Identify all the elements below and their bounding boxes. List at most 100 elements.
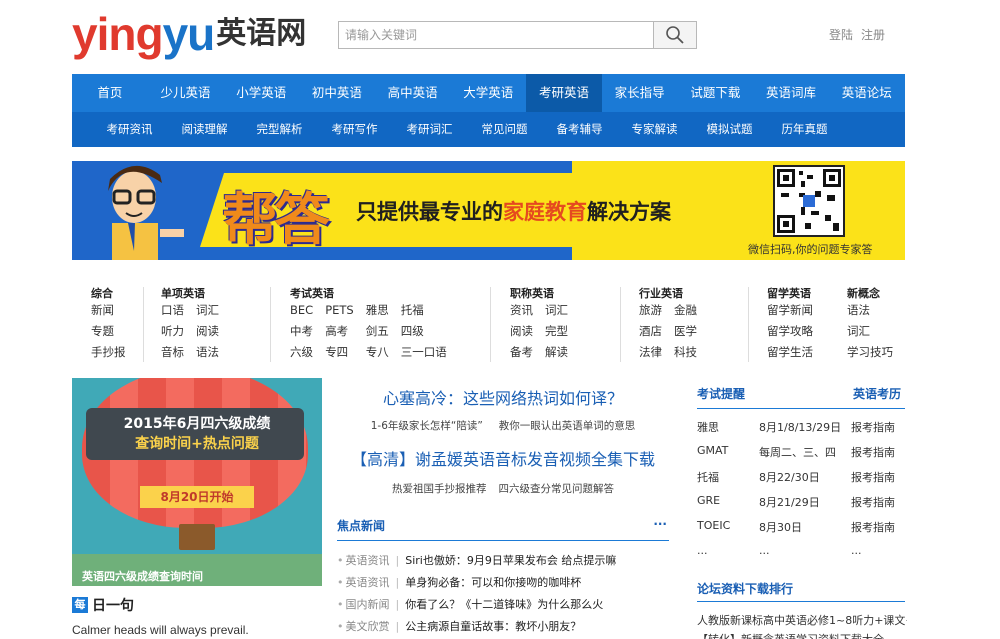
category-title[interactable]: 行业英语 bbox=[639, 285, 697, 303]
sub-link[interactable]: 热爱祖国手抄报推荐 bbox=[392, 483, 487, 495]
nav-tab[interactable]: 首页 bbox=[72, 74, 148, 112]
exam-name[interactable]: 托福 bbox=[697, 469, 759, 494]
category-link[interactable]: 资讯 bbox=[510, 303, 533, 318]
news-row[interactable]: • 国内新闻 | 你看了么？《十二道锋味》为什么那么火 bbox=[337, 598, 669, 620]
sub-link[interactable]: 教你一眼认出英语单词的意思 bbox=[499, 420, 636, 432]
category-title[interactable]: 职称英语 bbox=[510, 285, 568, 303]
sub-nav-item[interactable]: 考研写作 bbox=[317, 112, 392, 147]
site-logo[interactable]: yingyu 英语网 bbox=[72, 10, 306, 58]
sub-nav-item[interactable]: 常见问题 bbox=[467, 112, 542, 147]
category-link[interactable]: 学习技巧 bbox=[847, 345, 893, 360]
sub-nav-item[interactable]: 完型解析 bbox=[242, 112, 317, 147]
search-input[interactable]: 请输入关键词 bbox=[338, 21, 654, 49]
category-link[interactable]: 剑五 bbox=[366, 324, 389, 339]
category-link[interactable]: 解读 bbox=[545, 345, 568, 360]
category-link[interactable]: 手抄报 bbox=[91, 345, 126, 360]
category-link[interactable]: 雅思 bbox=[366, 303, 389, 318]
category-link[interactable]: 备考 bbox=[510, 345, 533, 360]
category-link[interactable]: 托福 bbox=[401, 303, 447, 318]
ad-banner[interactable]: 帮答 只提供最专业的家庭教育解决方案 微信扫码,你的问题专家答 bbox=[72, 161, 905, 260]
category-link[interactable]: 酒店 bbox=[639, 324, 662, 339]
category-title[interactable]: 考试英语 bbox=[290, 285, 447, 303]
exam-calendar-link[interactable]: 英语考历 bbox=[853, 385, 901, 402]
cet-score-promo[interactable]: 2015年6月四六级成绩 查询时间+热点问题 8月20日开始 英语四六级成绩查询… bbox=[72, 378, 322, 586]
login-link[interactable]: 登陆 bbox=[829, 28, 853, 42]
exam-guide-link[interactable]: 报考指南 bbox=[851, 419, 905, 444]
category-link[interactable]: 词汇 bbox=[545, 303, 568, 318]
category-title[interactable]: 留学英语 bbox=[767, 285, 813, 303]
exam-guide-link[interactable]: ... bbox=[851, 544, 905, 569]
nav-tab[interactable]: 英语词库 bbox=[753, 74, 829, 112]
exam-guide-link[interactable]: 报考指南 bbox=[851, 519, 905, 544]
category-link[interactable]: 专八 bbox=[366, 345, 389, 360]
category-title[interactable]: 综合 bbox=[91, 285, 126, 303]
category-link[interactable]: BEC bbox=[290, 303, 313, 318]
exam-reminder-title[interactable]: 考试提醒 bbox=[697, 387, 745, 401]
category-link[interactable]: 高考 bbox=[325, 324, 354, 339]
news-row[interactable]: • 美文欣赏 | 公主病源自童话故事：教坏小朋友？ bbox=[337, 620, 669, 639]
news-row[interactable]: • 英语资讯 | Siri也傲娇：9月9日苹果发布会 给点提示嘛 bbox=[337, 554, 669, 576]
nav-tab[interactable]: 大学英语 bbox=[450, 74, 526, 112]
exam-name[interactable]: ... bbox=[697, 544, 759, 569]
news-title[interactable]: 单身狗必备：可以和你接吻的咖啡杯 bbox=[405, 576, 581, 589]
sub-nav-item[interactable]: 模拟试题 bbox=[692, 112, 767, 147]
nav-tab[interactable]: 试题下载 bbox=[678, 74, 754, 112]
news-title[interactable]: 你看了么？《十二道锋味》为什么那么火 bbox=[405, 598, 603, 611]
news-tag[interactable]: 国内新闻 bbox=[346, 598, 390, 611]
sub-nav-item[interactable]: 考研词汇 bbox=[392, 112, 467, 147]
category-link[interactable]: 法律 bbox=[639, 345, 662, 360]
category-link[interactable]: 语法 bbox=[847, 303, 893, 318]
category-link[interactable]: 三一口语 bbox=[401, 345, 447, 360]
more-link[interactable]: ··· bbox=[653, 517, 667, 531]
category-link[interactable]: 留学新闻 bbox=[767, 303, 813, 318]
category-link[interactable]: 阅读 bbox=[196, 324, 219, 339]
nav-tab[interactable]: 家长指导 bbox=[602, 74, 678, 112]
forum-rank-title[interactable]: 论坛资料下载排行 bbox=[697, 580, 905, 602]
nav-tab[interactable]: 高中英语 bbox=[375, 74, 451, 112]
daily-quote[interactable]: Calmer heads will always prevail. bbox=[72, 623, 249, 637]
exam-guide-link[interactable]: 报考指南 bbox=[851, 494, 905, 519]
nav-tab[interactable]: 英语论坛 bbox=[829, 74, 905, 112]
nav-tab[interactable]: 小学英语 bbox=[223, 74, 299, 112]
category-link[interactable]: PETS bbox=[325, 303, 354, 318]
category-link[interactable]: 语法 bbox=[196, 345, 219, 360]
exam-name[interactable]: GRE bbox=[697, 494, 759, 519]
exam-guide-link[interactable]: 报考指南 bbox=[851, 444, 905, 469]
category-link[interactable]: 专题 bbox=[91, 324, 126, 339]
news-tag[interactable]: 英语资讯 bbox=[346, 576, 390, 589]
category-link[interactable]: 旅游 bbox=[639, 303, 662, 318]
news-tag[interactable]: 美文欣赏 bbox=[346, 620, 390, 633]
forum-item[interactable]: 【转化】新概念英语学习资料下载大全 bbox=[697, 631, 907, 639]
nav-tab[interactable]: 初中英语 bbox=[299, 74, 375, 112]
sub-nav-item[interactable]: 阅读理解 bbox=[167, 112, 242, 147]
category-link[interactable]: 完型 bbox=[545, 324, 568, 339]
category-link[interactable]: 听力 bbox=[161, 324, 184, 339]
news-tag[interactable]: 英语资讯 bbox=[346, 554, 390, 567]
exam-name[interactable]: GMAT bbox=[697, 444, 759, 469]
nav-tab[interactable]: 考研英语 bbox=[526, 74, 602, 112]
sub-nav-item[interactable]: 历年真题 bbox=[767, 112, 842, 147]
category-title[interactable]: 新概念 bbox=[847, 285, 893, 303]
sub-nav-item[interactable]: 专家解读 bbox=[617, 112, 692, 147]
category-link[interactable]: 新闻 bbox=[91, 303, 126, 318]
category-link[interactable]: 词汇 bbox=[847, 324, 893, 339]
category-link[interactable]: 留学攻略 bbox=[767, 324, 813, 339]
sub-nav-item[interactable]: 考研资讯 bbox=[92, 112, 167, 147]
category-link[interactable]: 医学 bbox=[674, 324, 697, 339]
category-link[interactable]: 阅读 bbox=[510, 324, 533, 339]
category-link[interactable]: 四级 bbox=[401, 324, 447, 339]
headline-2[interactable]: 【高清】谢孟媛英语音标发音视频全集下载 bbox=[337, 446, 669, 470]
category-link[interactable]: 口语 bbox=[161, 303, 184, 318]
search-button[interactable] bbox=[653, 21, 697, 49]
sub-link[interactable]: 四六级查分常见问题解答 bbox=[499, 483, 615, 495]
news-title[interactable]: Siri也傲娇：9月9日苹果发布会 给点提示嘛 bbox=[405, 554, 616, 567]
category-link[interactable]: 科技 bbox=[674, 345, 697, 360]
category-link[interactable]: 词汇 bbox=[196, 303, 219, 318]
nav-tab[interactable]: 少儿英语 bbox=[148, 74, 224, 112]
category-link[interactable]: 六级 bbox=[290, 345, 313, 360]
news-title[interactable]: 公主病源自童话故事：教坏小朋友？ bbox=[405, 620, 581, 633]
news-row[interactable]: • 英语资讯 | 单身狗必备：可以和你接吻的咖啡杯 bbox=[337, 576, 669, 598]
sub-link[interactable]: 1-6年级家长怎样“陪读” bbox=[371, 420, 483, 432]
category-title[interactable]: 单项英语 bbox=[161, 285, 219, 303]
category-link[interactable]: 音标 bbox=[161, 345, 184, 360]
